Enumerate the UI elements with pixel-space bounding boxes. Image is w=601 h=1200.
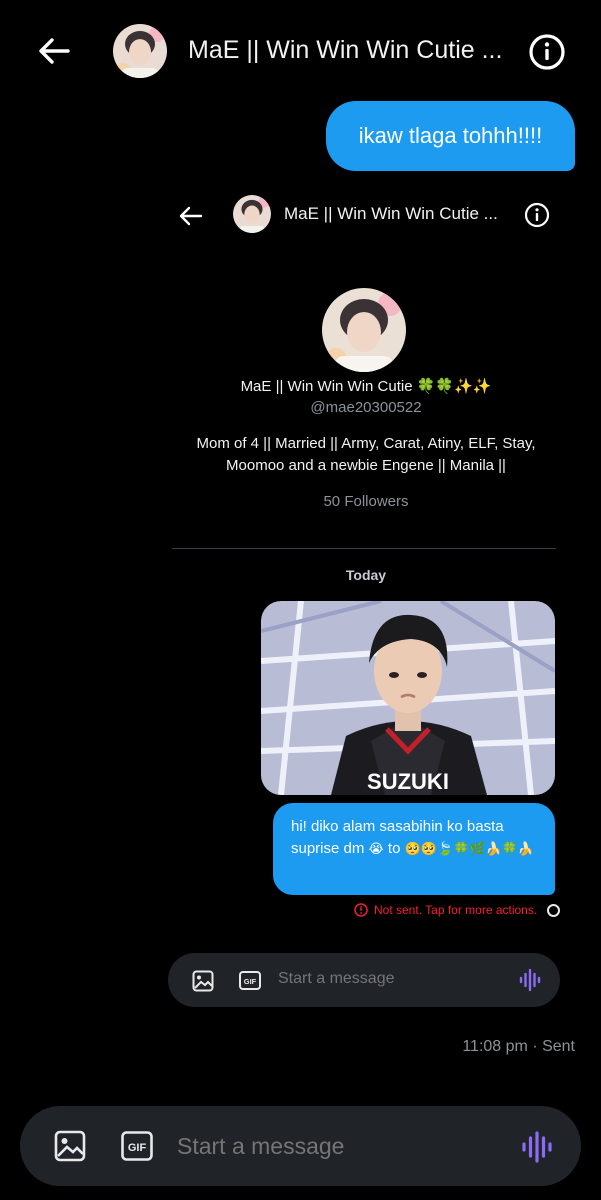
sent-message-bubble: hi! diko alam sasabihin ko basta suprise… <box>273 803 555 895</box>
message-input[interactable] <box>177 1133 477 1160</box>
sent-message-bubble[interactable]: ikaw tlaga tohhh!!!! <box>326 101 575 171</box>
conversation-title[interactable]: MaE || Win Win Win Cutie ... <box>188 36 502 65</box>
status-text: Not sent. Tap for more actions. <box>374 903 538 917</box>
embedded-message-input <box>278 970 478 988</box>
date-separator: Today <box>345 567 387 583</box>
message-emoji: 🥺🥺🍃🍀🌿🍌🍀🍌 <box>404 841 535 856</box>
info-icon <box>524 202 550 228</box>
status-circle-icon <box>547 903 561 917</box>
svg-text:GIF: GIF <box>244 977 257 986</box>
embedded-composer: GIF <box>168 953 560 1007</box>
photo-logo-text: SUZUKI <box>367 769 449 794</box>
send-failed-status: Not sent. Tap for more actions. <box>354 903 564 917</box>
back-button[interactable] <box>36 33 72 69</box>
message-text: ikaw tlaga tohhh!!!! <box>358 123 543 148</box>
contact-avatar[interactable] <box>113 24 167 78</box>
message-timestamp: 11:08 pm · Sent <box>462 1038 575 1055</box>
profile-bio: Mom of 4 || Married || Army, Carat, Atin… <box>196 435 536 474</box>
divider <box>172 548 556 549</box>
embedded-contact-avatar <box>233 195 271 233</box>
arrow-left-icon <box>39 38 70 64</box>
image-icon[interactable] <box>54 1130 86 1162</box>
message-emoji: 😭 <box>368 841 384 856</box>
embedded-back-arrow <box>178 203 204 229</box>
voice-icon <box>519 968 541 992</box>
gif-icon[interactable]: GIF <box>121 1131 153 1161</box>
gif-icon: GIF <box>239 971 261 990</box>
embedded-info <box>524 202 550 228</box>
info-button[interactable] <box>528 33 566 71</box>
profile-handle: @mae20300522 <box>310 399 422 416</box>
arrow-left-icon <box>179 206 203 226</box>
profile-followers: 50 Followers <box>323 493 409 510</box>
embedded-conversation-title: MaE || Win Win Win Cutie ... <box>284 204 498 223</box>
embedded-screenshot[interactable]: MaE || Win Win Win Cutie ... MaE || Win … <box>166 185 571 1065</box>
profile-name: MaE || Win Win Win Cutie 🍀🍀✨✨ <box>240 378 492 395</box>
message-text-mid: to <box>387 840 401 857</box>
profile-avatar <box>322 288 406 372</box>
image-icon <box>192 970 214 992</box>
sent-photo: SUZUKI <box>261 601 555 795</box>
svg-text:GIF: GIF <box>128 1142 147 1154</box>
conversation-header: MaE || Win Win Win Cutie ... <box>0 0 601 100</box>
message-composer: GIF <box>20 1106 581 1186</box>
voice-icon[interactable] <box>520 1130 554 1164</box>
alert-icon <box>354 903 368 917</box>
info-icon <box>529 34 565 70</box>
